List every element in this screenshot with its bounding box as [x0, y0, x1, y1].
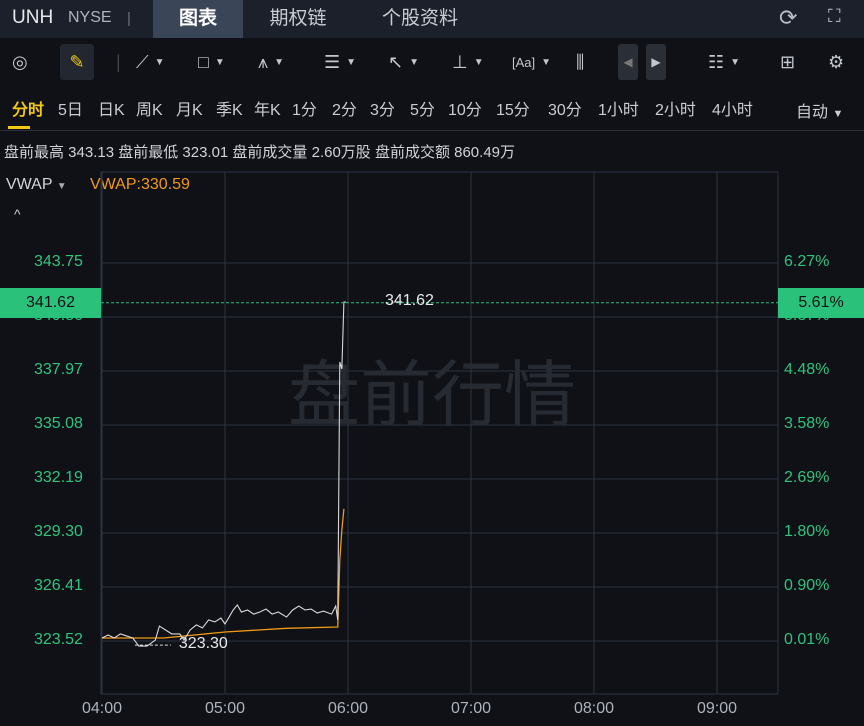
pct-tick-label: 0.90% [784, 577, 830, 594]
x-tick-label: 05:00 [204, 700, 246, 717]
pct-tick-label: 0.01% [784, 631, 830, 648]
current-price-label: 341.62 [385, 291, 434, 309]
pct-tick-label: 6.27% [784, 253, 830, 270]
x-tick-label: 04:00 [81, 700, 123, 717]
x-tick-label: 09:00 [696, 700, 738, 717]
pct-tick-label: 4.48% [784, 361, 830, 378]
x-tick-label: 08:00 [573, 700, 615, 717]
y-tick-label: 323.52 [34, 631, 83, 648]
pct-tick-label: 3.58% [784, 415, 830, 432]
watermark: 盘前行情 [288, 353, 576, 437]
current-price-badge: 341.62 [0, 287, 101, 318]
current-pct-badge: 5.61% [778, 287, 864, 318]
vwap-line [102, 508, 345, 639]
y-tick-label: 326.41 [34, 577, 83, 594]
pct-tick-label: 2.69% [784, 469, 830, 486]
y-tick-label: 337.97 [34, 361, 83, 378]
low-price-label: 323.30 [178, 635, 228, 653]
pct-tick-label: 1.80% [784, 523, 830, 540]
y-tick-label: 335.08 [34, 415, 83, 432]
y-tick-label: 329.30 [34, 523, 83, 540]
x-tick-label: 06:00 [327, 700, 369, 717]
y-tick-label: 332.19 [34, 469, 83, 486]
y-tick-label: 343.75 [34, 253, 83, 270]
price-chart[interactable]: 盘前行情 [0, 0, 864, 726]
x-tick-label: 07:00 [450, 700, 492, 717]
